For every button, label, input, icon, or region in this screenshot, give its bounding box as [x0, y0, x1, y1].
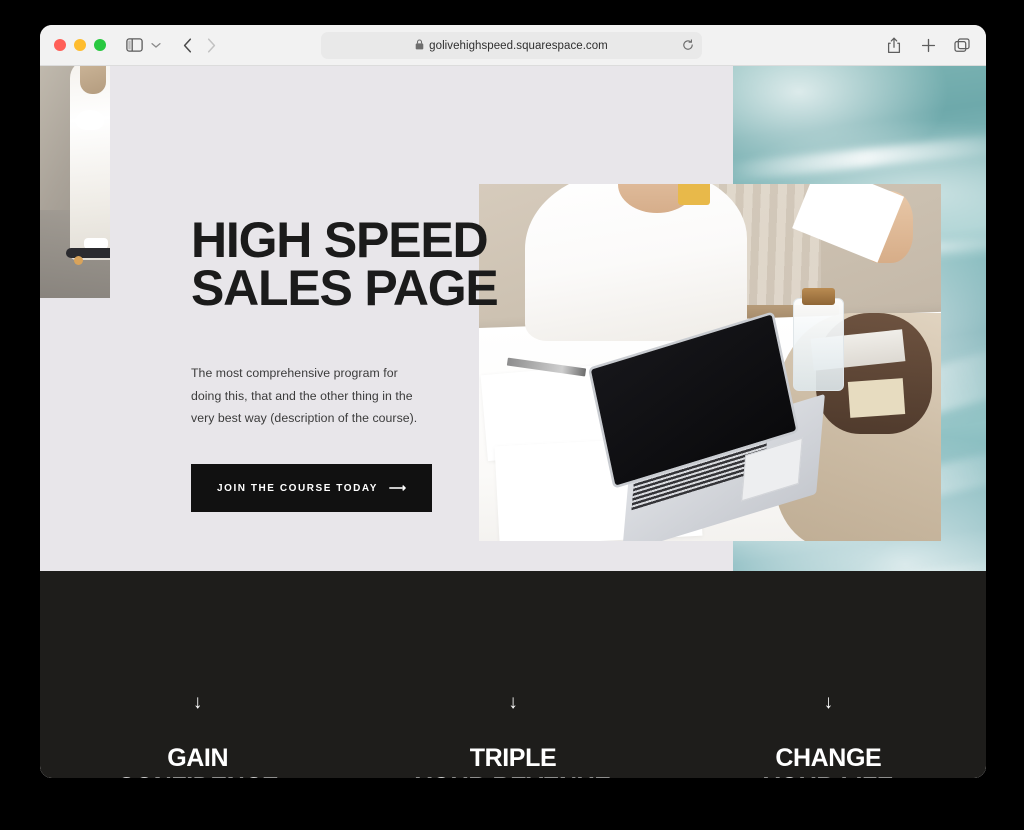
share-icon[interactable] — [884, 35, 904, 55]
hero-left-image — [40, 66, 110, 298]
feature-title: TRIPLE YOUR REVENUE — [355, 744, 670, 778]
down-arrow-icon: ↓ — [192, 692, 203, 713]
forward-button[interactable] — [199, 33, 223, 57]
arrow-right-icon: ⟶ — [388, 481, 407, 496]
feature-item-gain-confidence: ↓ GAIN CONFIDENCE — [40, 693, 355, 778]
back-button[interactable] — [175, 33, 199, 57]
page-title: HIGH SPEED SALES PAGE — [191, 212, 551, 316]
page-viewport[interactable]: ↓ GAIN CONFIDENCE ↓ TRIPLE YOUR REVENUE … — [40, 66, 986, 778]
down-arrow-icon: ↓ — [823, 692, 834, 713]
feature-item-triple-your-revenue: ↓ TRIPLE YOUR REVENUE — [355, 693, 670, 778]
sidebar-icon[interactable] — [123, 34, 145, 56]
join-the-course-button[interactable]: JOIN THE COURSE TODAY ⟶ — [191, 464, 433, 513]
feature-title-line1: GAIN — [167, 744, 229, 772]
feature-item-change-your-life: ↓ CHANGE YOUR LIFE — [671, 693, 986, 778]
headline-line-1: HIGH SPEED — [191, 212, 489, 268]
chevron-down-icon[interactable] — [147, 34, 165, 56]
toolbar-right-actions — [884, 25, 972, 65]
close-window-button[interactable] — [54, 39, 66, 51]
minimize-window-button[interactable] — [74, 39, 86, 51]
address-bar[interactable]: golivehighspeed.squarespace.com — [321, 32, 702, 59]
hero-description: The most comprehensive program for doing… — [191, 366, 418, 426]
plus-icon[interactable] — [918, 35, 938, 55]
feature-title: GAIN CONFIDENCE — [40, 744, 355, 778]
headline-line-2: SALES PAGE — [191, 260, 499, 316]
hero-copy: HIGH SPEED SALES PAGE The most comprehen… — [191, 212, 551, 513]
features-row: ↓ GAIN CONFIDENCE ↓ TRIPLE YOUR REVENUE … — [40, 571, 986, 778]
lock-icon — [415, 38, 424, 53]
feature-title-line1: TRIPLE — [469, 744, 557, 772]
maximize-window-button[interactable] — [94, 39, 106, 51]
browser-toolbar: golivehighspeed.squarespace.com — [40, 25, 986, 66]
feature-title-line2: YOUR LIFE — [671, 773, 986, 778]
feature-title-line2: CONFIDENCE — [40, 773, 355, 778]
feature-title-line1: CHANGE — [775, 744, 882, 772]
feature-title: CHANGE YOUR LIFE — [671, 744, 986, 778]
tabs-icon[interactable] — [952, 35, 972, 55]
traffic-lights — [54, 39, 106, 51]
features-section: ↓ GAIN CONFIDENCE ↓ TRIPLE YOUR REVENUE … — [40, 571, 986, 778]
cta-label: JOIN THE COURSE TODAY — [217, 482, 378, 494]
feature-title-line2: YOUR REVENUE — [355, 773, 670, 778]
browser-window: golivehighspeed.squarespace.com ↓ GAIN ↓… — [40, 25, 986, 778]
down-arrow-icon: ↓ — [508, 692, 518, 713]
reload-icon[interactable] — [682, 38, 694, 53]
url-text: golivehighspeed.squarespace.com — [429, 39, 608, 52]
